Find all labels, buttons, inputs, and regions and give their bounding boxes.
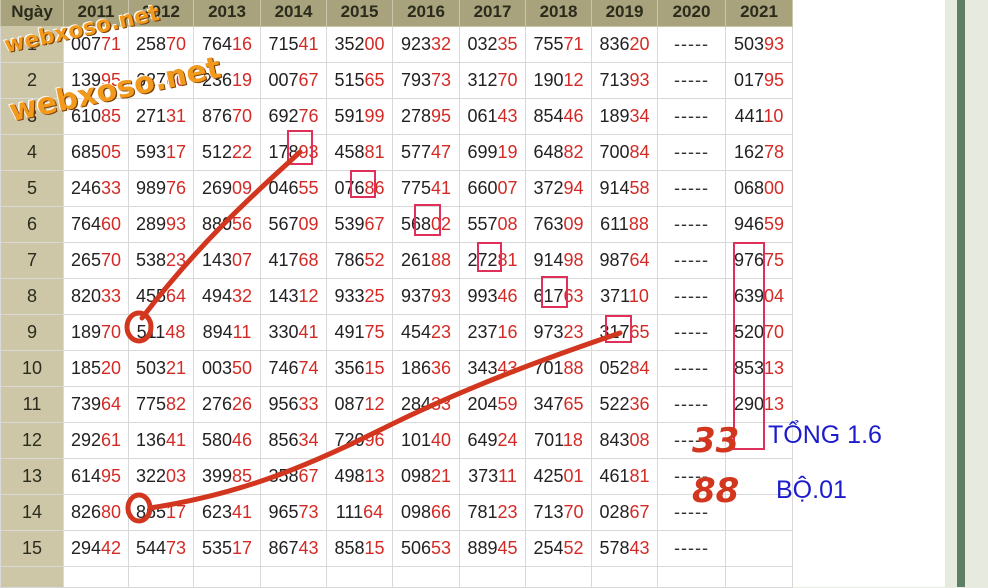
box-mark-2018-day8 <box>541 276 568 308</box>
box-mark-2016-day6 <box>414 204 441 236</box>
box-mark-2021-column <box>733 242 765 450</box>
circle-mark-day9 <box>124 310 154 344</box>
box-mark-2017-day7 <box>477 242 502 272</box>
handwritten-33: 33 <box>692 421 739 461</box>
note-total: TỔNG 1.6 <box>768 421 882 449</box>
box-mark-2015-day5 <box>350 170 376 198</box>
connector-line-upper <box>139 149 303 321</box>
handwritten-88: 88 <box>692 471 739 511</box>
connector-line-lower <box>147 330 623 511</box>
circle-mark-day14 <box>125 492 153 524</box>
note-set: BỘ.01 <box>776 476 847 504</box>
